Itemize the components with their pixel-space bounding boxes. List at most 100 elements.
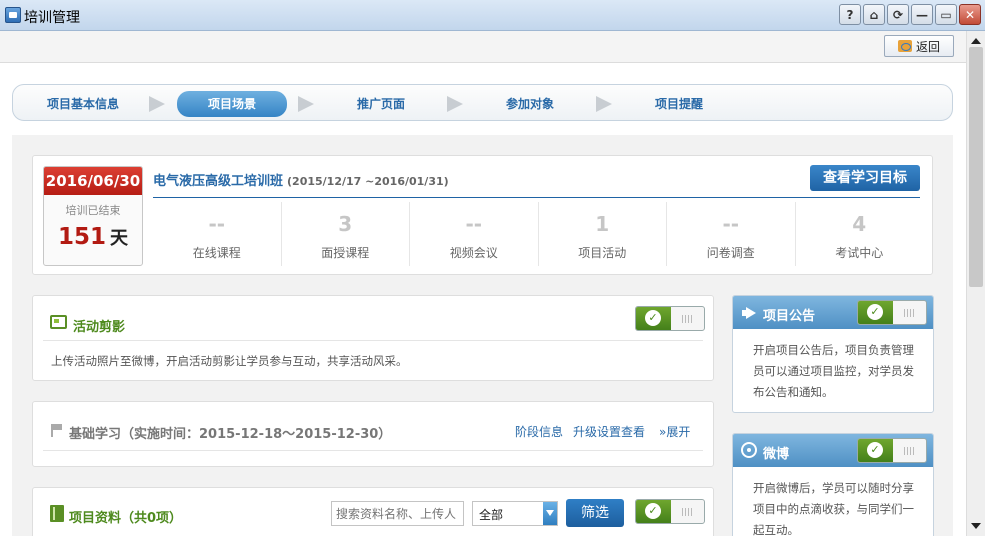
filter-button[interactable]: 筛选: [566, 499, 624, 527]
announcement-header: 项目公告: [733, 296, 933, 329]
book-icon: [50, 505, 64, 522]
divider: [43, 340, 703, 341]
divider: [153, 197, 920, 198]
materials-toggle[interactable]: [635, 499, 705, 524]
home-button[interactable]: ⌂: [863, 4, 885, 25]
step-project-scene[interactable]: 项目场景: [177, 91, 287, 117]
days-number: 151: [57, 224, 106, 250]
stat-value: --: [722, 212, 740, 236]
megaphone-icon: [742, 307, 756, 319]
toggle-on-indicator: [636, 307, 671, 330]
close-button[interactable]: ✕: [959, 4, 981, 25]
expand-link[interactable]: »展开: [659, 423, 690, 440]
toggle-grip-icon: [904, 447, 916, 455]
toggle-grip-icon: [682, 315, 694, 323]
activity-title: 活动剪影: [73, 320, 126, 335]
scroll-up-icon[interactable]: [971, 38, 981, 44]
toggle-grip-icon: [682, 508, 694, 516]
divider: [43, 450, 703, 451]
photo-icon: [50, 315, 67, 329]
stat-exam-center[interactable]: 4 考试中心: [796, 202, 924, 266]
materials-title: 项目资料（共0项）: [69, 511, 183, 526]
upgrade-settings-link[interactable]: 升级设置查看: [573, 423, 645, 440]
toggle-on-indicator: [858, 301, 893, 324]
course-range: (2015/12/17 ~2016/01/31): [287, 175, 449, 188]
material-type-select[interactable]: 全部: [472, 501, 558, 526]
stat-face-course[interactable]: 3 面授课程: [282, 202, 410, 266]
window-controls: ? ⌂ ⟳ — ▭ ✕: [839, 4, 981, 25]
stat-online-course[interactable]: -- 在线课程: [153, 202, 282, 266]
step-arrow-icon: [149, 96, 165, 112]
course-title: 电气液压高级工培训班 (2015/12/17 ~2016/01/31): [153, 170, 449, 189]
view-goals-button[interactable]: 查看学习目标: [810, 165, 920, 191]
window-titlebar: 培训管理 ? ⌂ ⟳ — ▭ ✕: [0, 0, 985, 31]
weibo-icon: [741, 442, 757, 458]
material-search-input[interactable]: [331, 501, 464, 526]
step-promotion-page[interactable]: 推广页面: [325, 91, 437, 117]
content-area: 项目基本信息 项目场景 推广页面 参加对象 项目提醒 2016/06/30 培训…: [0, 63, 966, 536]
weibo-toggle[interactable]: [857, 438, 927, 463]
back-button[interactable]: 返回: [884, 35, 954, 57]
stat-survey[interactable]: -- 问卷调查: [667, 202, 796, 266]
announcement-card: 项目公告 开启项目公告后，项目负责管理员可以通过项目监控，对学员发布公告和通知。: [732, 295, 934, 413]
stage-info-link[interactable]: 阶段信息: [515, 423, 563, 440]
select-value: 全部: [479, 508, 504, 522]
step-reminder[interactable]: 项目提醒: [623, 91, 735, 117]
materials-panel: 项目资料（共0项） 全部 筛选: [32, 487, 714, 536]
minimize-button[interactable]: —: [911, 4, 933, 25]
weibo-header: 微博: [733, 434, 933, 467]
stat-project-activity[interactable]: 1 项目活动: [539, 202, 667, 266]
stat-label: 问卷调查: [706, 246, 755, 260]
scroll-thumb[interactable]: [969, 47, 983, 287]
toolbar: 返回: [0, 31, 966, 63]
toggle-on-indicator: [636, 500, 671, 523]
activity-panel: 活动剪影 上传活动照片至微博，开启活动剪影让学员参与互动，共享活动风采。: [32, 295, 714, 381]
activity-toggle[interactable]: [635, 306, 705, 331]
announcement-description: 开启项目公告后，项目负责管理员可以通过项目监控，对学员发布公告和通知。: [753, 343, 914, 399]
scroll-down-icon[interactable]: [971, 523, 981, 529]
toggle-grip-icon: [904, 309, 916, 317]
stat-value: 4: [852, 212, 867, 236]
help-button[interactable]: ?: [839, 4, 861, 25]
weibo-description: 开启微博后，学员可以随时分享项目中的点滴收获，与同学们一起互动。: [753, 481, 914, 536]
stat-label: 面授课程: [321, 246, 370, 260]
step-navigation: 项目基本信息 项目场景 推广页面 参加对象 项目提醒: [12, 84, 953, 121]
training-summary-card: 2016/06/30 培训已结束 151 天 电气液压高级工培训班 (2015/12…: [32, 155, 933, 275]
app-icon: [5, 7, 21, 23]
course-name: 电气液压高级工培训班: [153, 174, 284, 189]
window-title: 培训管理: [24, 10, 80, 26]
step-arrow-icon: [447, 96, 463, 112]
vertical-scrollbar[interactable]: [966, 31, 985, 536]
date-box: 2016/06/30 培训已结束 151 天: [43, 166, 143, 266]
stat-label: 视频会议: [449, 246, 498, 260]
expand-label: 展开: [666, 425, 691, 439]
stats-row: -- 在线课程 3 面授课程 -- 视频会议 1 项目活动 -- 问卷调查 4 …: [153, 202, 923, 266]
flag-icon: [51, 424, 63, 437]
toggle-on-indicator: [858, 439, 893, 462]
announcement-title: 项目公告: [763, 309, 816, 324]
stat-value: --: [208, 212, 226, 236]
end-date: 2016/06/30: [44, 167, 142, 195]
days-count: 151 天: [44, 224, 142, 250]
step-arrow-icon: [596, 96, 612, 112]
back-icon: [897, 40, 912, 52]
stat-label: 在线课程: [192, 246, 241, 260]
stat-value: --: [465, 212, 483, 236]
step-basic-info[interactable]: 项目基本信息: [27, 91, 139, 117]
training-status: 培训已结束: [65, 204, 121, 217]
step-arrow-icon: [298, 96, 314, 112]
stat-video-meeting[interactable]: -- 视频会议: [410, 202, 539, 266]
weibo-card: 微博 开启微博后，学员可以随时分享项目中的点滴收获，与同学们一起互动。: [732, 433, 934, 536]
stat-value: 1: [595, 212, 610, 236]
weibo-title: 微博: [763, 447, 790, 462]
basic-study-title: 基础学习（实施时间：2015-12-18～2015-12-30）: [69, 427, 392, 442]
announcement-toggle[interactable]: [857, 300, 927, 325]
maximize-button[interactable]: ▭: [935, 4, 957, 25]
stat-label: 考试中心: [835, 246, 884, 260]
step-participants[interactable]: 参加对象: [474, 91, 586, 117]
back-label: 返回: [915, 39, 940, 54]
activity-description: 上传活动照片至微博，开启活动剪影让学员参与互动，共享活动风采。: [51, 354, 408, 368]
stat-value: 3: [338, 212, 353, 236]
refresh-button[interactable]: ⟳: [887, 4, 909, 25]
days-unit: 天: [110, 228, 128, 249]
